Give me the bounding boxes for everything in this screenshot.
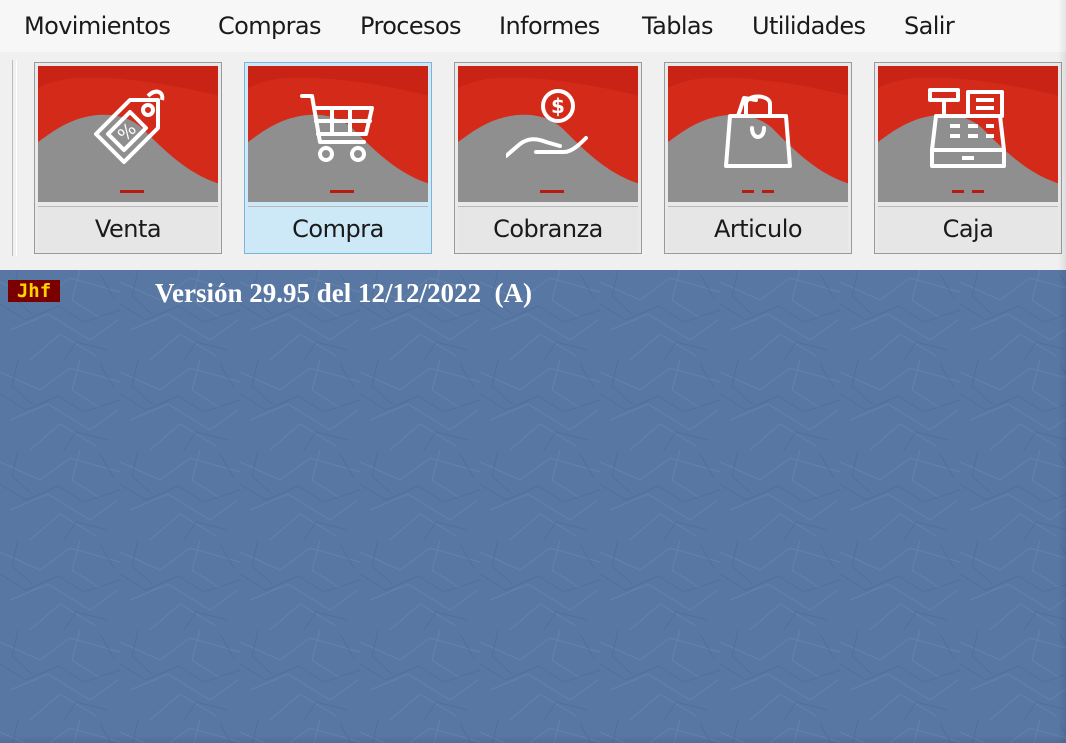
shopping-cart-icon	[300, 94, 374, 162]
menu-tablas[interactable]: Tablas	[642, 10, 714, 42]
cobranza-button[interactable]: $ Cobranza	[454, 62, 642, 254]
articulo-label: Articulo	[668, 206, 848, 251]
menu-bar: Movimientos Compras Procesos Informes Ta…	[0, 0, 1066, 52]
shopping-bag-icon	[724, 94, 792, 168]
articulo-tile-art	[668, 66, 848, 202]
hand-coin-icon: $	[506, 89, 588, 158]
menu-compras[interactable]: Compras	[218, 10, 322, 42]
window-shadow-right	[1058, 0, 1066, 743]
compra-label: Compra	[248, 206, 428, 251]
compra-button[interactable]: Compra	[244, 62, 432, 254]
caja-label: Caja	[878, 206, 1058, 251]
caja-tile-art	[878, 66, 1058, 202]
articulo-button[interactable]: Articulo	[664, 62, 852, 254]
cash-register-icon	[928, 88, 1006, 168]
menu-utilidades[interactable]: Utilidades	[752, 10, 866, 42]
toolbar-grip[interactable]	[12, 60, 17, 256]
cobranza-label: Cobranza	[458, 206, 638, 251]
caja-button[interactable]: Caja	[874, 62, 1062, 254]
venta-label: Venta	[38, 206, 218, 251]
compra-tile-art	[248, 66, 428, 202]
menu-salir[interactable]: Salir	[904, 10, 955, 42]
menu-informes[interactable]: Informes	[499, 10, 600, 42]
jhf-badge: Jhf	[8, 280, 60, 302]
svg-text:$: $	[551, 94, 565, 118]
price-tag-icon: %	[94, 89, 165, 164]
workspace-texture	[0, 270, 1066, 743]
menu-movimientos[interactable]: Movimientos	[24, 10, 171, 42]
cobranza-tile-art: $	[458, 66, 638, 202]
venta-button[interactable]: % Venta	[34, 62, 222, 254]
main-workspace: Jhf Versión 29.95 del 12/12/2022 (A)	[0, 270, 1066, 743]
window-shadow-bottom	[0, 735, 1066, 743]
venta-tile-art: %	[38, 66, 218, 202]
version-text: Versión 29.95 del 12/12/2022 (A)	[155, 278, 532, 308]
menu-procesos[interactable]: Procesos	[360, 10, 462, 42]
toolbar: % Venta Compra $ Cobranza Articulo Caja	[0, 52, 1066, 270]
